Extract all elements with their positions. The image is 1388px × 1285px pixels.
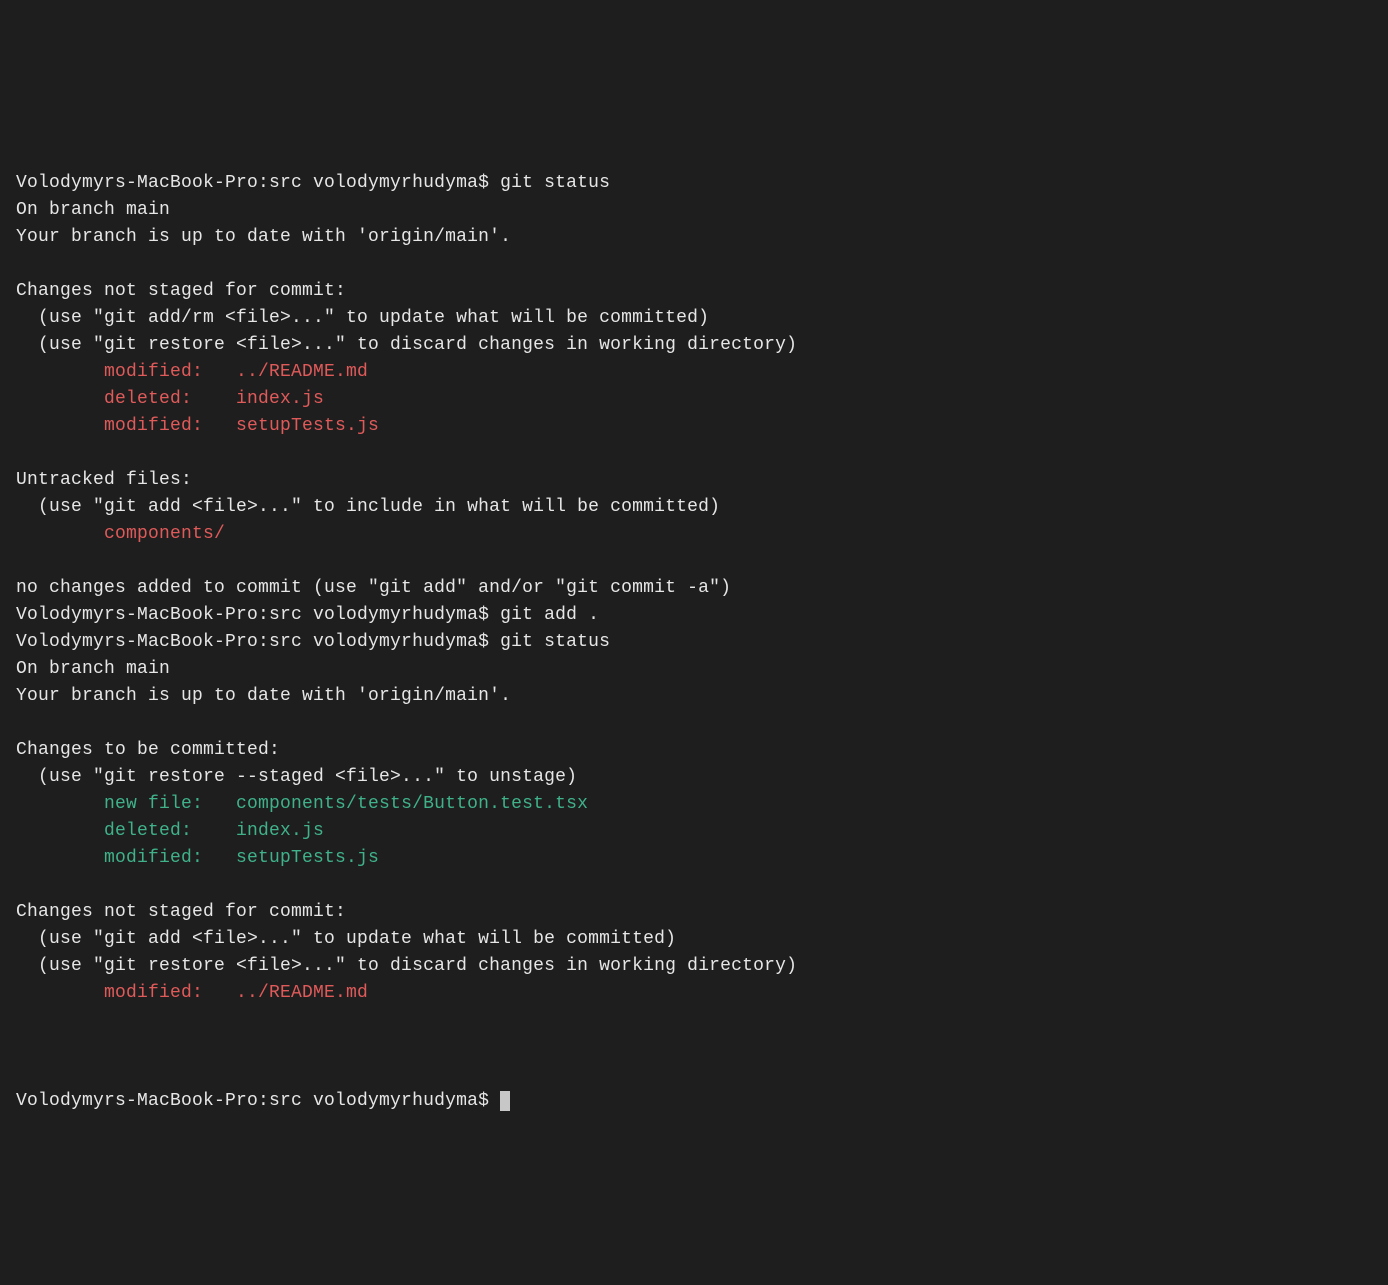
terminal-line: Changes not staged for commit: — [16, 278, 1388, 305]
red-text: components/ — [104, 524, 225, 544]
text: Untracked files: — [16, 470, 192, 490]
text — [16, 794, 104, 814]
terminal-line: (use "git add <file>..." to include in w… — [16, 494, 1388, 521]
text: no changes added to commit (use "git add… — [16, 578, 731, 598]
terminal-line: no changes added to commit (use "git add… — [16, 575, 1388, 602]
text — [16, 821, 104, 841]
cursor-block — [500, 1091, 510, 1111]
terminal-line: Volodymyrs-MacBook-Pro:src volodymyrhudy… — [16, 170, 1388, 197]
terminal-line: Volodymyrs-MacBook-Pro:src volodymyrhudy… — [16, 629, 1388, 656]
terminal-line: On branch main — [16, 197, 1388, 224]
text: Changes not staged for commit: — [16, 281, 346, 301]
text: On branch main — [16, 200, 170, 220]
terminal-line: new file: components/tests/Button.test.t… — [16, 791, 1388, 818]
text: On branch main — [16, 659, 170, 679]
terminal-line — [16, 251, 1388, 278]
text: (use "git add <file>..." to include in w… — [16, 497, 720, 517]
text: Your branch is up to date with 'origin/m… — [16, 686, 511, 706]
terminal-line: (use "git restore <file>..." to discard … — [16, 953, 1388, 980]
terminal-line: Volodymyrs-MacBook-Pro:src volodymyrhudy… — [16, 602, 1388, 629]
text: Volodymyrs-MacBook-Pro:src volodymyrhudy… — [16, 173, 610, 193]
red-text: modified: setupTests.js — [104, 416, 379, 436]
terminal-line: (use "git restore <file>..." to discard … — [16, 332, 1388, 359]
red-text: modified: ../README.md — [104, 983, 368, 1003]
text — [16, 362, 104, 382]
terminal-line: Your branch is up to date with 'origin/m… — [16, 224, 1388, 251]
text: Volodymyrs-MacBook-Pro:src volodymyrhudy… — [16, 632, 610, 652]
terminal-line — [16, 872, 1388, 899]
text: (use "git restore <file>..." to discard … — [16, 956, 797, 976]
text — [16, 416, 104, 436]
terminal-line: modified: ../README.md — [16, 359, 1388, 386]
text — [16, 389, 104, 409]
terminal-line — [16, 548, 1388, 575]
text: Your branch is up to date with 'origin/m… — [16, 227, 511, 247]
terminal-line: Your branch is up to date with 'origin/m… — [16, 683, 1388, 710]
terminal-line: modified: ../README.md — [16, 980, 1388, 1007]
red-text: modified: ../README.md — [104, 362, 368, 382]
text: Volodymyrs-MacBook-Pro:src volodymyrhudy… — [16, 605, 599, 625]
text: (use "git restore <file>..." to discard … — [16, 335, 797, 355]
terminal-line: Changes not staged for commit: — [16, 899, 1388, 926]
text: (use "git restore --staged <file>..." to… — [16, 767, 577, 787]
terminal-line: (use "git add/rm <file>..." to update wh… — [16, 305, 1388, 332]
terminal-line: Changes to be committed: — [16, 737, 1388, 764]
terminal-line — [16, 710, 1388, 737]
green-text: new file: components/tests/Button.test.t… — [104, 794, 588, 814]
terminal-line: modified: setupTests.js — [16, 845, 1388, 872]
current-prompt-line[interactable]: Volodymyrs-MacBook-Pro:src volodymyrhudy… — [16, 1088, 1388, 1115]
text: (use "git add/rm <file>..." to update wh… — [16, 308, 709, 328]
green-text: deleted: index.js — [104, 821, 324, 841]
text: Changes to be committed: — [16, 740, 280, 760]
terminal-line: deleted: index.js — [16, 818, 1388, 845]
terminal-line: deleted: index.js — [16, 386, 1388, 413]
text: Changes not staged for commit: — [16, 902, 346, 922]
prompt-text: Volodymyrs-MacBook-Pro:src volodymyrhudy… — [16, 1088, 500, 1115]
terminal-line — [16, 440, 1388, 467]
terminal-line — [16, 1007, 1388, 1034]
text — [16, 983, 104, 1003]
red-text: deleted: index.js — [104, 389, 324, 409]
terminal-line: components/ — [16, 521, 1388, 548]
text — [16, 848, 104, 868]
text: (use "git add <file>..." to update what … — [16, 929, 676, 949]
terminal-line: On branch main — [16, 656, 1388, 683]
green-text: modified: setupTests.js — [104, 848, 379, 868]
terminal-line: modified: setupTests.js — [16, 413, 1388, 440]
terminal-window[interactable]: Volodymyrs-MacBook-Pro:src volodymyrhudy… — [16, 116, 1388, 1142]
text — [16, 524, 104, 544]
terminal-output: Volodymyrs-MacBook-Pro:src volodymyrhudy… — [16, 170, 1388, 1034]
terminal-line: Untracked files: — [16, 467, 1388, 494]
terminal-line: (use "git restore --staged <file>..." to… — [16, 764, 1388, 791]
